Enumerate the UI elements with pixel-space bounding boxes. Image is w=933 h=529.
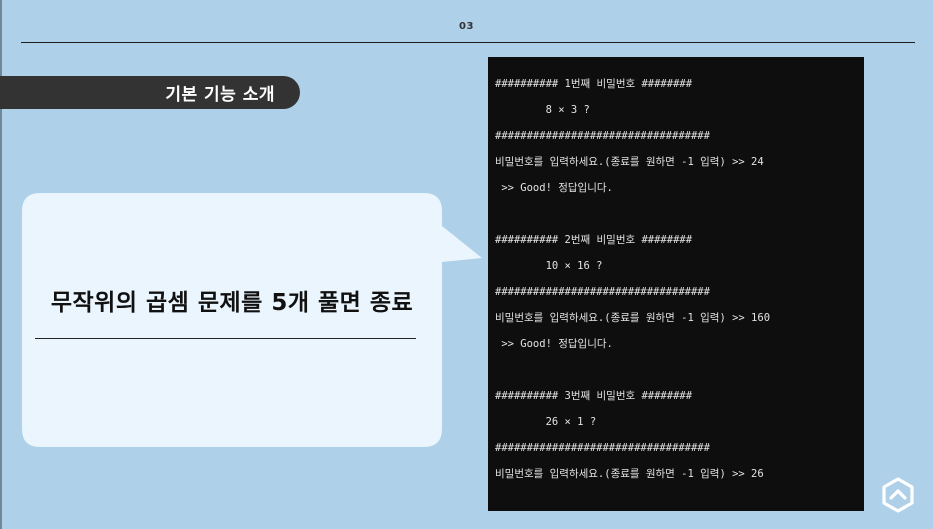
terminal-line: 10 × 16 ? — [495, 260, 603, 272]
bubble-underline — [35, 338, 416, 339]
terminal-line: 8 × 3 ? — [495, 104, 590, 116]
terminal-window: ########## 1번째 비밀번호 ######## 8 × 3 ? ###… — [488, 57, 864, 511]
bubble-title: 무작위의 곱셈 문제를 5개 풀면 종료 — [50, 290, 414, 316]
terminal-line: 26 × 1 ? — [495, 416, 597, 428]
hexagon-chevron-logo-icon — [882, 477, 914, 513]
terminal-line: 비밀번호를 입력하세요.(종료를 원하면 -1 입력) >> 26 — [495, 468, 764, 480]
terminal-line: 비밀번호를 입력하세요.(종료를 원하면 -1 입력) >> 160 — [495, 312, 771, 324]
terminal-line: >> Good! 정답입니다. — [495, 338, 613, 350]
terminal-line: ########## 3번째 비밀번호 ######## — [495, 390, 693, 402]
terminal-line: ########## 1번째 비밀번호 ######## — [495, 78, 693, 90]
terminal-line: 비밀번호를 입력하세요.(종료를 원하면 -1 입력) >> 24 — [495, 156, 764, 168]
terminal-line: ################################## — [495, 130, 710, 142]
terminal-line: >> Good! 정답입니다. — [495, 182, 613, 194]
terminal-line: ################################## — [495, 442, 710, 454]
terminal-line: ################################## — [495, 286, 710, 298]
terminal-line: ########## 2번째 비밀번호 ######## — [495, 234, 693, 246]
speech-bubble-shape — [22, 193, 482, 447]
